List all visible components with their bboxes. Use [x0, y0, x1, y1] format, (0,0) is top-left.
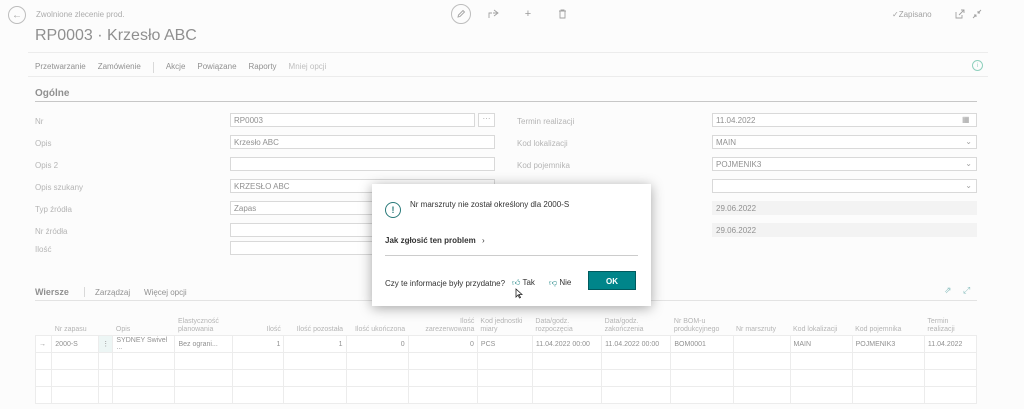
dialog-message: Nr marszruty nie został określony dla 20…: [410, 200, 570, 209]
thumbs-down-icon: 👎︎: [549, 278, 558, 287]
feedback-no-button[interactable]: 👎︎ Nie: [549, 278, 571, 288]
mouse-cursor-icon: [515, 288, 524, 302]
dialog-rule: [385, 255, 638, 256]
warning-icon: !: [385, 202, 401, 218]
chevron-right-icon: ›: [481, 236, 485, 245]
ok-button[interactable]: OK: [588, 271, 636, 290]
thumbs-up-icon: 👍︎: [512, 278, 521, 287]
feedback-question: Czy te informacje były przydatne?: [385, 279, 506, 288]
feedback-no-label: Nie: [559, 278, 572, 287]
report-problem-label: Jak zgłosić ten problem: [385, 236, 476, 245]
report-problem-link[interactable]: Jak zgłosić ten problem ›: [385, 236, 485, 245]
error-dialog: ! Nr marszruty nie został określony dla …: [372, 184, 651, 306]
feedback-yes-label: Tak: [522, 278, 535, 287]
feedback-yes-button[interactable]: 👍︎ Tak: [512, 278, 535, 288]
